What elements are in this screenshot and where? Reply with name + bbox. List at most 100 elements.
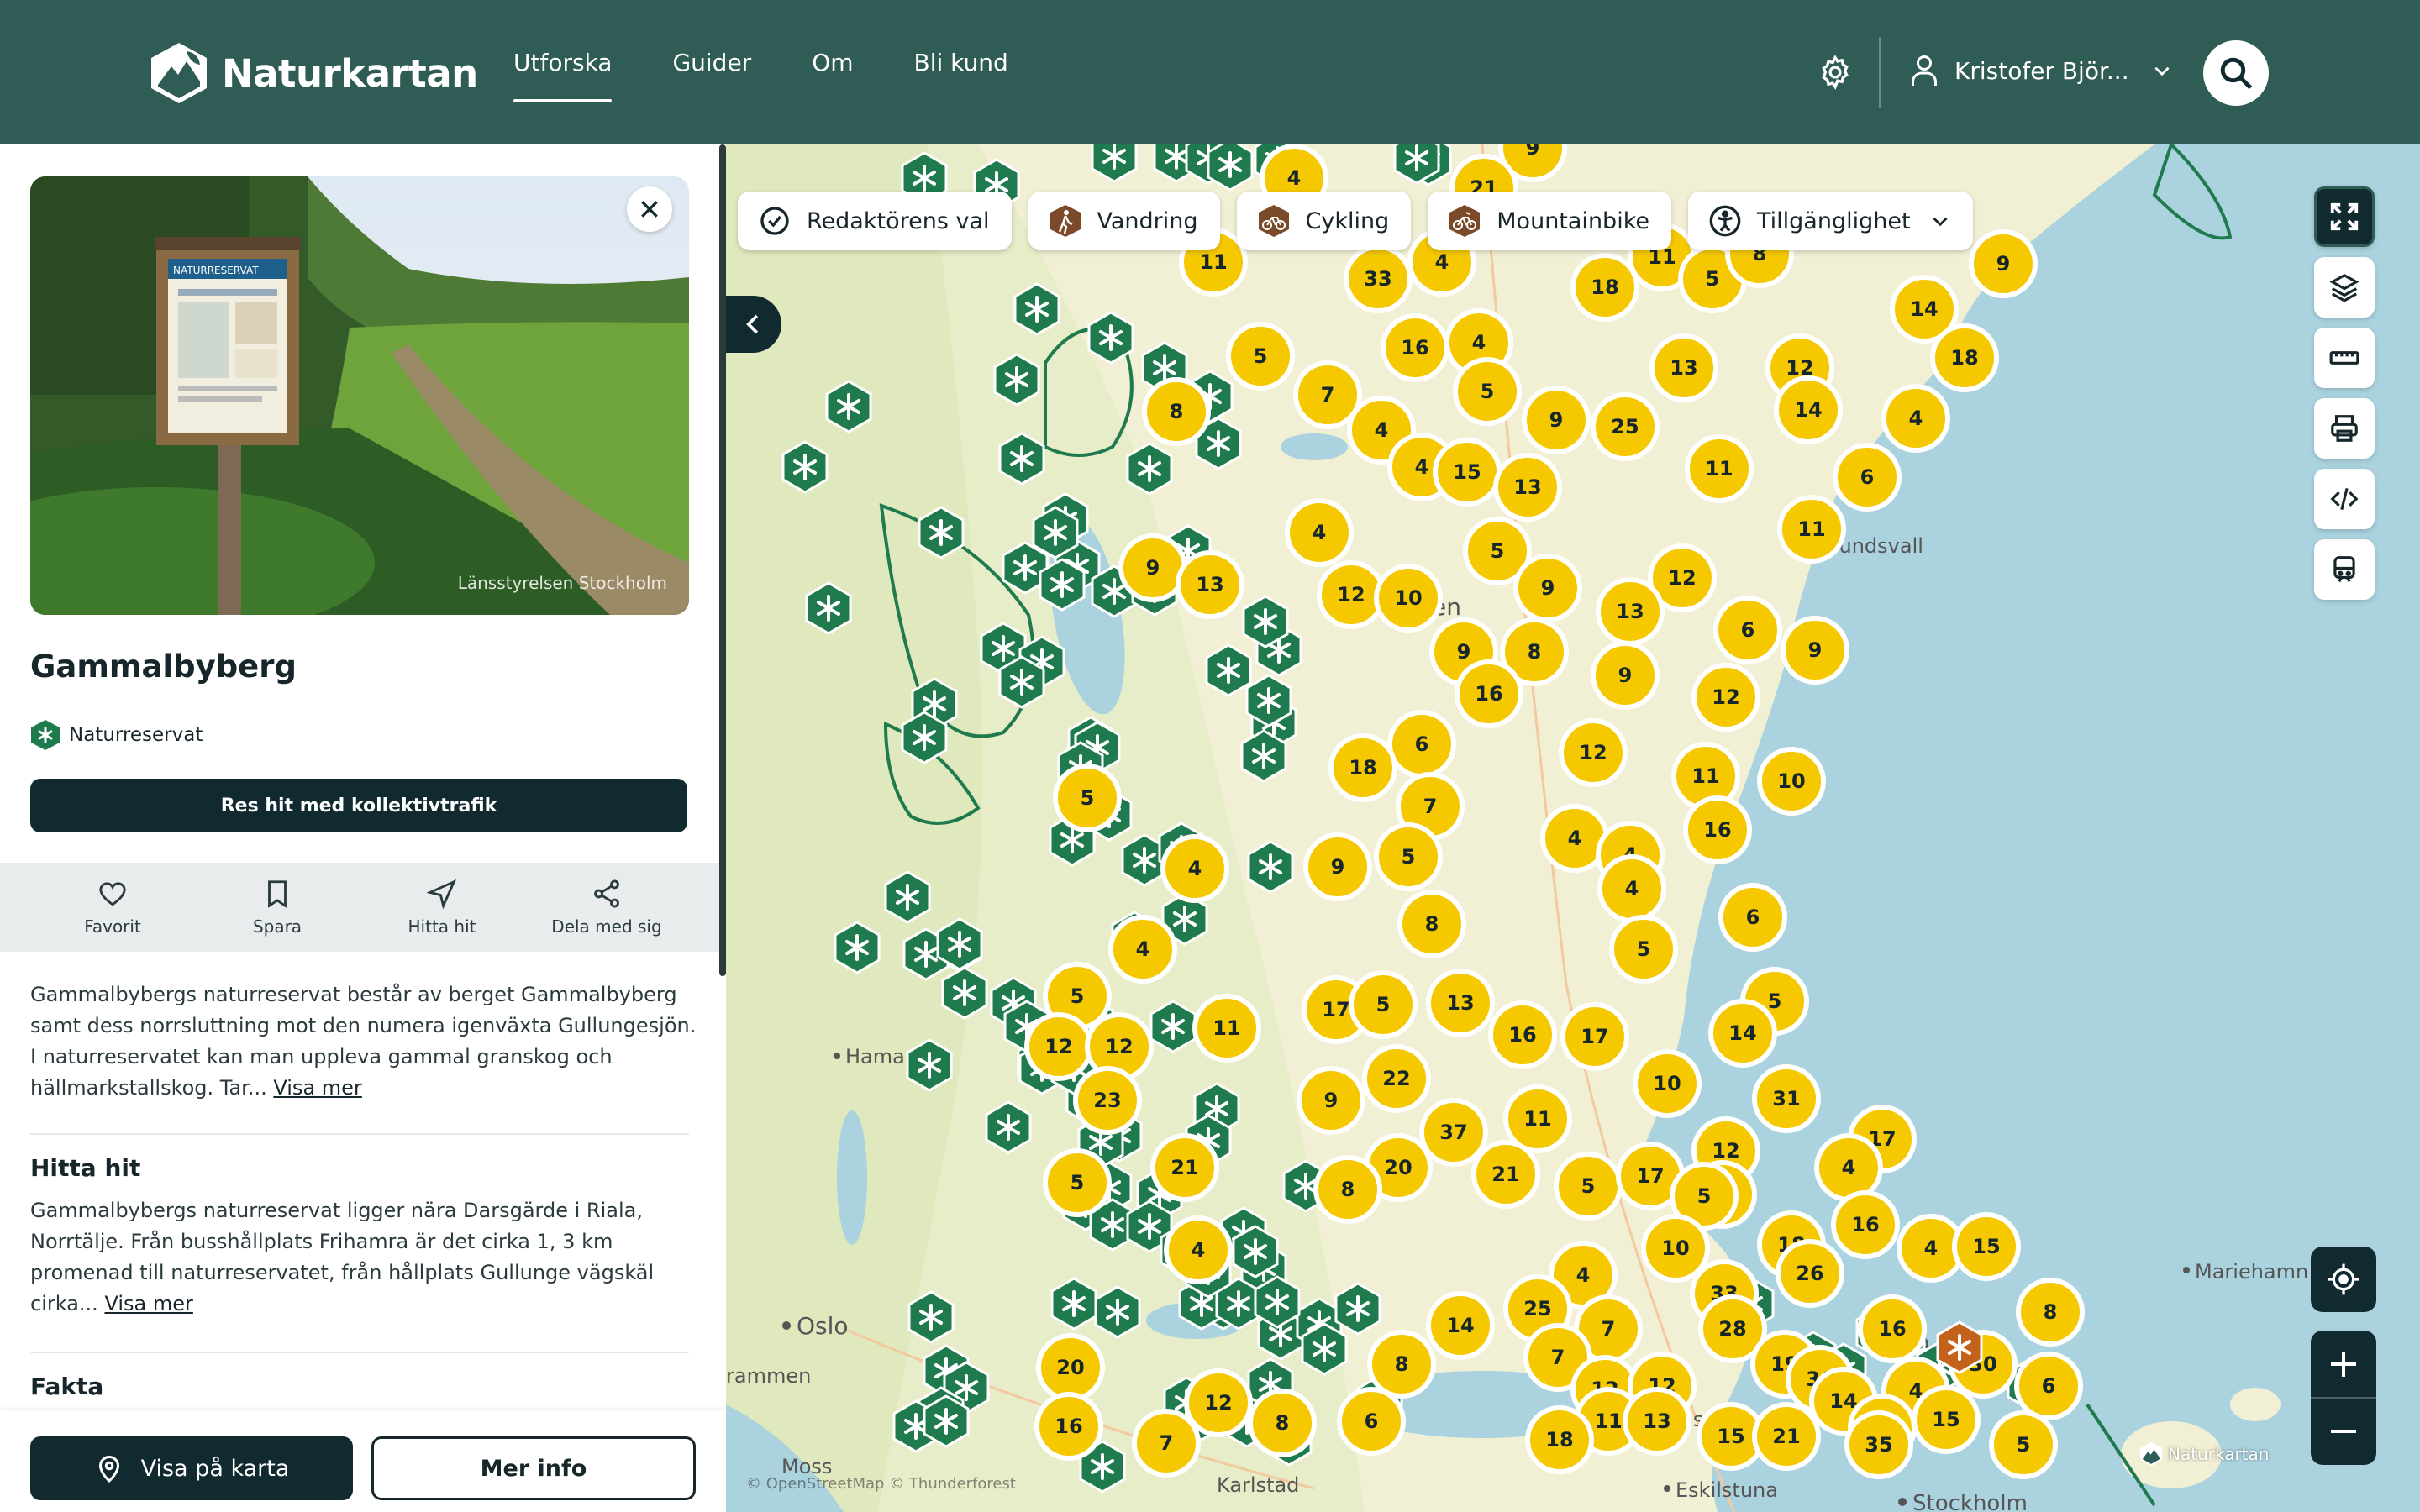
cluster-marker[interactable]: 11 <box>1777 495 1846 564</box>
reserve-marker[interactable] <box>985 1100 1032 1154</box>
cluster-marker[interactable]: 15 <box>1952 1212 2021 1281</box>
reserve-marker[interactable] <box>1039 558 1086 612</box>
cluster-marker[interactable]: 8 <box>2016 1278 2085 1347</box>
chip-cycling[interactable]: Cykling <box>1236 192 1412 250</box>
more-info-button[interactable]: Mer info <box>371 1436 696 1500</box>
cluster-marker[interactable]: 5 <box>1053 764 1122 832</box>
cluster-marker[interactable]: 8 <box>1142 377 1211 446</box>
public-transport-button[interactable] <box>2314 539 2375 600</box>
cluster-marker[interactable]: 31 <box>1752 1064 1821 1133</box>
cluster-marker[interactable]: 14 <box>1426 1291 1495 1360</box>
reserve-marker[interactable] <box>1247 840 1294 894</box>
cluster-marker[interactable]: 5 <box>1043 1148 1112 1217</box>
reserve-marker[interactable] <box>1232 1225 1279 1278</box>
cluster-marker[interactable]: 37 <box>1419 1098 1488 1167</box>
cluster-marker[interactable]: 20 <box>1036 1333 1105 1402</box>
cluster-marker[interactable]: 8 <box>1397 890 1466 958</box>
cluster-marker[interactable]: 13 <box>1649 333 1718 402</box>
cluster-marker[interactable]: 16 <box>1858 1294 1927 1363</box>
cluster-marker[interactable]: 12 <box>1559 718 1628 787</box>
reserve-marker[interactable] <box>884 870 931 924</box>
read-more-link[interactable]: Visa mer <box>273 1076 361 1100</box>
print-button[interactable] <box>2314 398 2375 459</box>
cluster-marker[interactable]: 16 <box>1683 795 1752 864</box>
cluster-marker[interactable]: 9 <box>1781 616 1849 685</box>
reserve-marker[interactable] <box>1094 1285 1141 1339</box>
panel-scrollbar[interactable] <box>719 144 726 976</box>
chip-editors-choice[interactable]: Redaktörens val <box>738 192 1012 250</box>
cluster-marker[interactable]: 10 <box>1374 564 1443 633</box>
reserve-marker[interactable] <box>1087 311 1134 365</box>
cluster-marker[interactable]: 9 <box>1118 533 1187 602</box>
cluster-marker[interactable]: 6 <box>1718 883 1787 952</box>
cluster-marker[interactable]: 16 <box>1381 313 1449 382</box>
cluster-marker[interactable]: 26 <box>1776 1239 1844 1308</box>
reserve-marker[interactable] <box>1245 674 1292 727</box>
cluster-marker[interactable]: 15 <box>1433 438 1502 507</box>
reserve-marker[interactable] <box>901 711 948 764</box>
reserve-marker[interactable] <box>805 581 852 635</box>
cluster-marker[interactable]: 12 <box>1691 663 1760 732</box>
cluster-marker[interactable]: 14 <box>1774 375 1843 444</box>
cluster-marker[interactable]: 9 <box>1513 554 1582 622</box>
cluster-marker[interactable]: 16 <box>1488 1000 1557 1069</box>
embed-button[interactable] <box>2314 469 2375 529</box>
cluster-marker[interactable]: 5 <box>1349 970 1418 1039</box>
cluster-marker[interactable]: 7 <box>1132 1409 1201 1478</box>
cluster-marker[interactable]: 9 <box>1591 641 1660 710</box>
nav-utforska[interactable]: Utforska <box>513 49 613 102</box>
cluster-marker[interactable]: 5 <box>1374 822 1443 891</box>
cluster-marker[interactable]: 21 <box>1150 1133 1219 1202</box>
reserve-marker[interactable] <box>998 432 1045 486</box>
map-attribution[interactable]: © OpenStreetMap © Thunderforest <box>746 1475 1016 1493</box>
cluster-marker[interactable]: 10 <box>1641 1214 1710 1283</box>
cluster-marker[interactable]: 5 <box>1554 1152 1623 1221</box>
locate-me-button[interactable] <box>2311 1247 2376 1312</box>
reserve-marker[interactable] <box>908 1290 955 1344</box>
cluster-marker[interactable]: 9 <box>1303 832 1372 901</box>
cluster-marker[interactable]: 10 <box>1633 1049 1702 1118</box>
cluster-marker[interactable]: 8 <box>1248 1389 1317 1457</box>
zoom-out-button[interactable] <box>2327 1399 2360 1464</box>
collapse-panel-button[interactable] <box>726 296 781 353</box>
layers-button[interactable] <box>2314 257 2375 318</box>
cluster-marker[interactable]: 23 <box>1073 1066 1142 1135</box>
reserve-marker[interactable] <box>1301 1322 1348 1376</box>
reserve-marker[interactable] <box>1334 1282 1381 1336</box>
cluster-marker[interactable]: 16 <box>1034 1392 1103 1461</box>
cluster-marker[interactable]: 21 <box>1752 1402 1821 1471</box>
cluster-marker[interactable]: 12 <box>1184 1368 1253 1437</box>
cluster-marker[interactable]: 16 <box>1455 659 1523 728</box>
cluster-marker[interactable]: 5 <box>1453 357 1522 426</box>
reserve-marker[interactable] <box>1126 442 1173 496</box>
reserve-marker[interactable] <box>936 917 983 971</box>
reserve-marker[interactable] <box>825 380 872 433</box>
search-button[interactable] <box>2203 40 2269 106</box>
cluster-marker[interactable]: 11 <box>1685 434 1754 503</box>
cluster-marker[interactable]: 6 <box>2014 1352 2083 1420</box>
cluster-marker[interactable]: 13 <box>1596 577 1665 646</box>
cluster-marker[interactable]: 5 <box>1226 322 1295 391</box>
reserve-marker[interactable] <box>1240 729 1287 783</box>
cluster-marker[interactable]: 13 <box>1176 550 1244 619</box>
favorite-action[interactable]: Favorit <box>30 863 195 952</box>
reserve-marker[interactable] <box>1032 506 1079 559</box>
cluster-marker[interactable]: 4 <box>1160 834 1229 903</box>
cluster-marker[interactable]: 6 <box>1833 443 1902 512</box>
cluster-marker[interactable]: 18 <box>1930 323 1999 392</box>
reserve-marker[interactable] <box>998 655 1045 709</box>
cluster-marker[interactable]: 14 <box>1708 999 1777 1068</box>
cluster-marker[interactable]: 12 <box>1317 560 1386 629</box>
selected-marker[interactable] <box>1936 1320 1983 1374</box>
reserve-marker[interactable] <box>1242 595 1289 648</box>
zoom-in-button[interactable] <box>2327 1331 2360 1397</box>
nav-guider[interactable]: Guider <box>672 49 751 102</box>
share-action[interactable]: Dela med sig <box>524 863 689 952</box>
cluster-marker[interactable]: 16 <box>1831 1190 1900 1259</box>
cluster-marker[interactable]: 11 <box>1503 1084 1572 1153</box>
cluster-marker[interactable]: 18 <box>1328 733 1397 802</box>
cluster-marker[interactable]: 33 <box>1344 244 1413 313</box>
cluster-marker[interactable]: 4 <box>1108 915 1177 984</box>
reserve-marker[interactable] <box>1050 1277 1097 1331</box>
chip-accessibility[interactable]: Tillgänglighet <box>1687 192 1973 250</box>
